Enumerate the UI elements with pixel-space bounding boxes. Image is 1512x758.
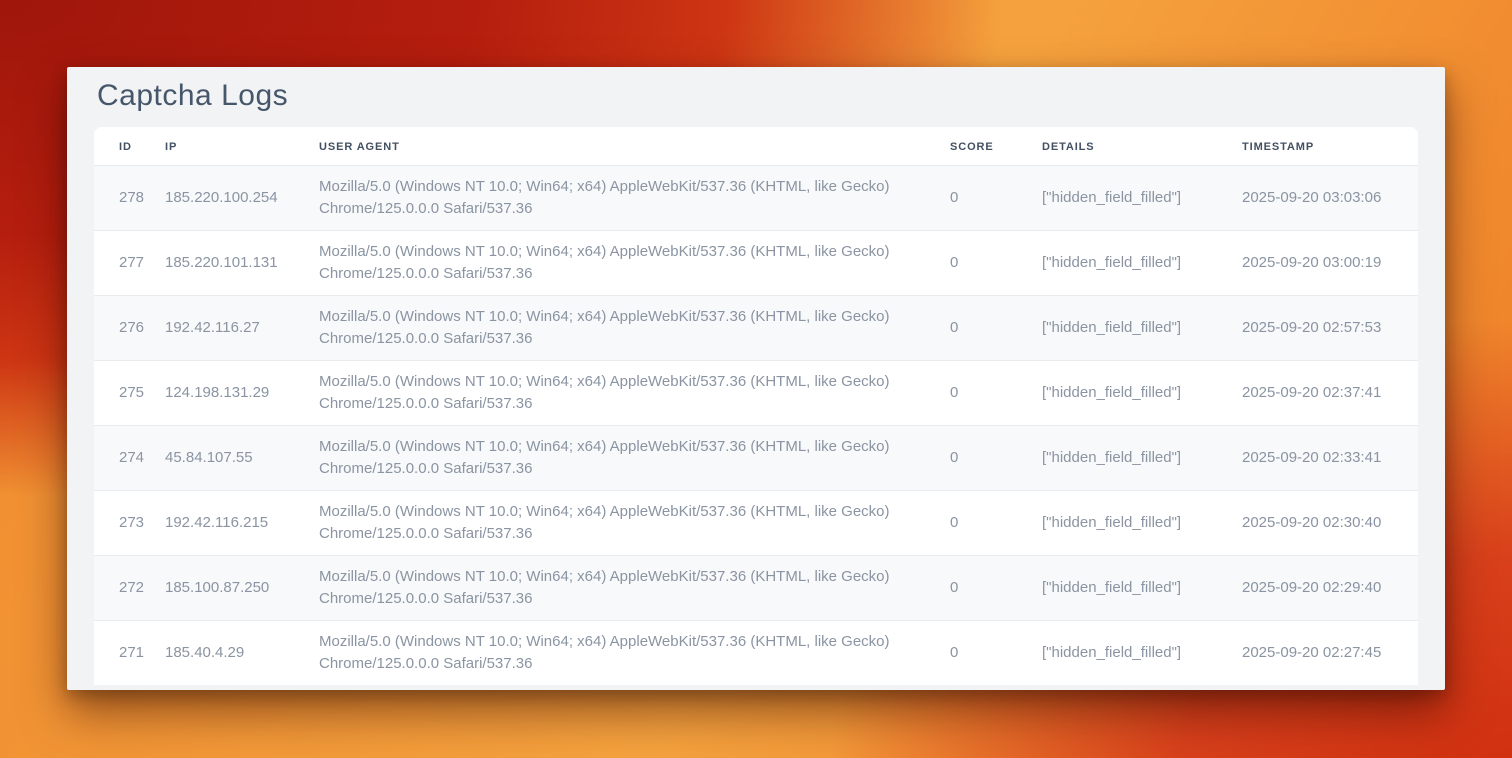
cell-timestamp: 2025-09-20 02:57:53 bbox=[1242, 296, 1418, 361]
cell-id: 274 bbox=[94, 426, 165, 491]
cell-id: 271 bbox=[94, 621, 165, 686]
column-header-user-agent: USER AGENT bbox=[319, 127, 950, 166]
column-header-score: SCORE bbox=[950, 127, 1042, 166]
cell-user-agent: Mozilla/5.0 (Windows NT 10.0; Win64; x64… bbox=[319, 296, 950, 361]
table-row: 274 45.84.107.55 Mozilla/5.0 (Windows NT… bbox=[94, 426, 1418, 491]
table-row: 272 185.100.87.250 Mozilla/5.0 (Windows … bbox=[94, 556, 1418, 621]
cell-details: ["hidden_field_filled"] bbox=[1042, 621, 1242, 686]
cell-details: ["hidden_field_filled"] bbox=[1042, 556, 1242, 621]
cell-timestamp: 2025-09-20 02:33:41 bbox=[1242, 426, 1418, 491]
column-header-details: DETAILS bbox=[1042, 127, 1242, 166]
cell-details: ["hidden_field_filled"] bbox=[1042, 231, 1242, 296]
cell-user-agent: Mozilla/5.0 (Windows NT 10.0; Win64; x64… bbox=[319, 361, 950, 426]
page-background: Captcha Logs ID IP USER AGENT SCORE DETA… bbox=[0, 0, 1512, 758]
cell-details: ["hidden_field_filled"] bbox=[1042, 166, 1242, 231]
cell-timestamp: 2025-09-20 03:03:06 bbox=[1242, 166, 1418, 231]
cell-score: 0 bbox=[950, 426, 1042, 491]
column-header-id: ID bbox=[94, 127, 165, 166]
captcha-logs-table: ID IP USER AGENT SCORE DETAILS TIMESTAMP… bbox=[94, 127, 1418, 685]
column-header-ip: IP bbox=[165, 127, 319, 166]
cell-id: 275 bbox=[94, 361, 165, 426]
cell-id: 278 bbox=[94, 166, 165, 231]
table-row: 278 185.220.100.254 Mozilla/5.0 (Windows… bbox=[94, 166, 1418, 231]
cell-user-agent: Mozilla/5.0 (Windows NT 10.0; Win64; x64… bbox=[319, 166, 950, 231]
cell-ip: 192.42.116.27 bbox=[165, 296, 319, 361]
cell-score: 0 bbox=[950, 491, 1042, 556]
cell-id: 272 bbox=[94, 556, 165, 621]
cell-user-agent: Mozilla/5.0 (Windows NT 10.0; Win64; x64… bbox=[319, 621, 950, 686]
table-row: 277 185.220.101.131 Mozilla/5.0 (Windows… bbox=[94, 231, 1418, 296]
cell-id: 276 bbox=[94, 296, 165, 361]
cell-timestamp: 2025-09-20 02:27:45 bbox=[1242, 621, 1418, 686]
logs-table-container: ID IP USER AGENT SCORE DETAILS TIMESTAMP… bbox=[94, 127, 1418, 685]
table-row: 273 192.42.116.215 Mozilla/5.0 (Windows … bbox=[94, 491, 1418, 556]
cell-id: 273 bbox=[94, 491, 165, 556]
cell-timestamp: 2025-09-20 02:29:40 bbox=[1242, 556, 1418, 621]
cell-ip: 124.198.131.29 bbox=[165, 361, 319, 426]
cell-details: ["hidden_field_filled"] bbox=[1042, 296, 1242, 361]
cell-score: 0 bbox=[950, 231, 1042, 296]
cell-ip: 45.84.107.55 bbox=[165, 426, 319, 491]
cell-ip: 185.220.101.131 bbox=[165, 231, 319, 296]
cell-score: 0 bbox=[950, 296, 1042, 361]
cell-user-agent: Mozilla/5.0 (Windows NT 10.0; Win64; x64… bbox=[319, 491, 950, 556]
cell-timestamp: 2025-09-20 02:30:40 bbox=[1242, 491, 1418, 556]
captcha-logs-panel: Captcha Logs ID IP USER AGENT SCORE DETA… bbox=[67, 67, 1445, 690]
cell-details: ["hidden_field_filled"] bbox=[1042, 491, 1242, 556]
cell-timestamp: 2025-09-20 02:37:41 bbox=[1242, 361, 1418, 426]
cell-details: ["hidden_field_filled"] bbox=[1042, 361, 1242, 426]
table-row: 275 124.198.131.29 Mozilla/5.0 (Windows … bbox=[94, 361, 1418, 426]
cell-details: ["hidden_field_filled"] bbox=[1042, 426, 1242, 491]
cell-score: 0 bbox=[950, 361, 1042, 426]
cell-timestamp: 2025-09-20 03:00:19 bbox=[1242, 231, 1418, 296]
cell-ip: 185.100.87.250 bbox=[165, 556, 319, 621]
cell-user-agent: Mozilla/5.0 (Windows NT 10.0; Win64; x64… bbox=[319, 556, 950, 621]
cell-score: 0 bbox=[950, 556, 1042, 621]
cell-score: 0 bbox=[950, 621, 1042, 686]
cell-user-agent: Mozilla/5.0 (Windows NT 10.0; Win64; x64… bbox=[319, 426, 950, 491]
cell-score: 0 bbox=[950, 166, 1042, 231]
cell-id: 277 bbox=[94, 231, 165, 296]
cell-ip: 192.42.116.215 bbox=[165, 491, 319, 556]
cell-ip: 185.40.4.29 bbox=[165, 621, 319, 686]
table-header-row: ID IP USER AGENT SCORE DETAILS TIMESTAMP bbox=[94, 127, 1418, 166]
cell-ip: 185.220.100.254 bbox=[165, 166, 319, 231]
column-header-timestamp: TIMESTAMP bbox=[1242, 127, 1418, 166]
table-row: 271 185.40.4.29 Mozilla/5.0 (Windows NT … bbox=[94, 621, 1418, 686]
table-row: 276 192.42.116.27 Mozilla/5.0 (Windows N… bbox=[94, 296, 1418, 361]
cell-user-agent: Mozilla/5.0 (Windows NT 10.0; Win64; x64… bbox=[319, 231, 950, 296]
page-title: Captcha Logs bbox=[97, 79, 1445, 113]
